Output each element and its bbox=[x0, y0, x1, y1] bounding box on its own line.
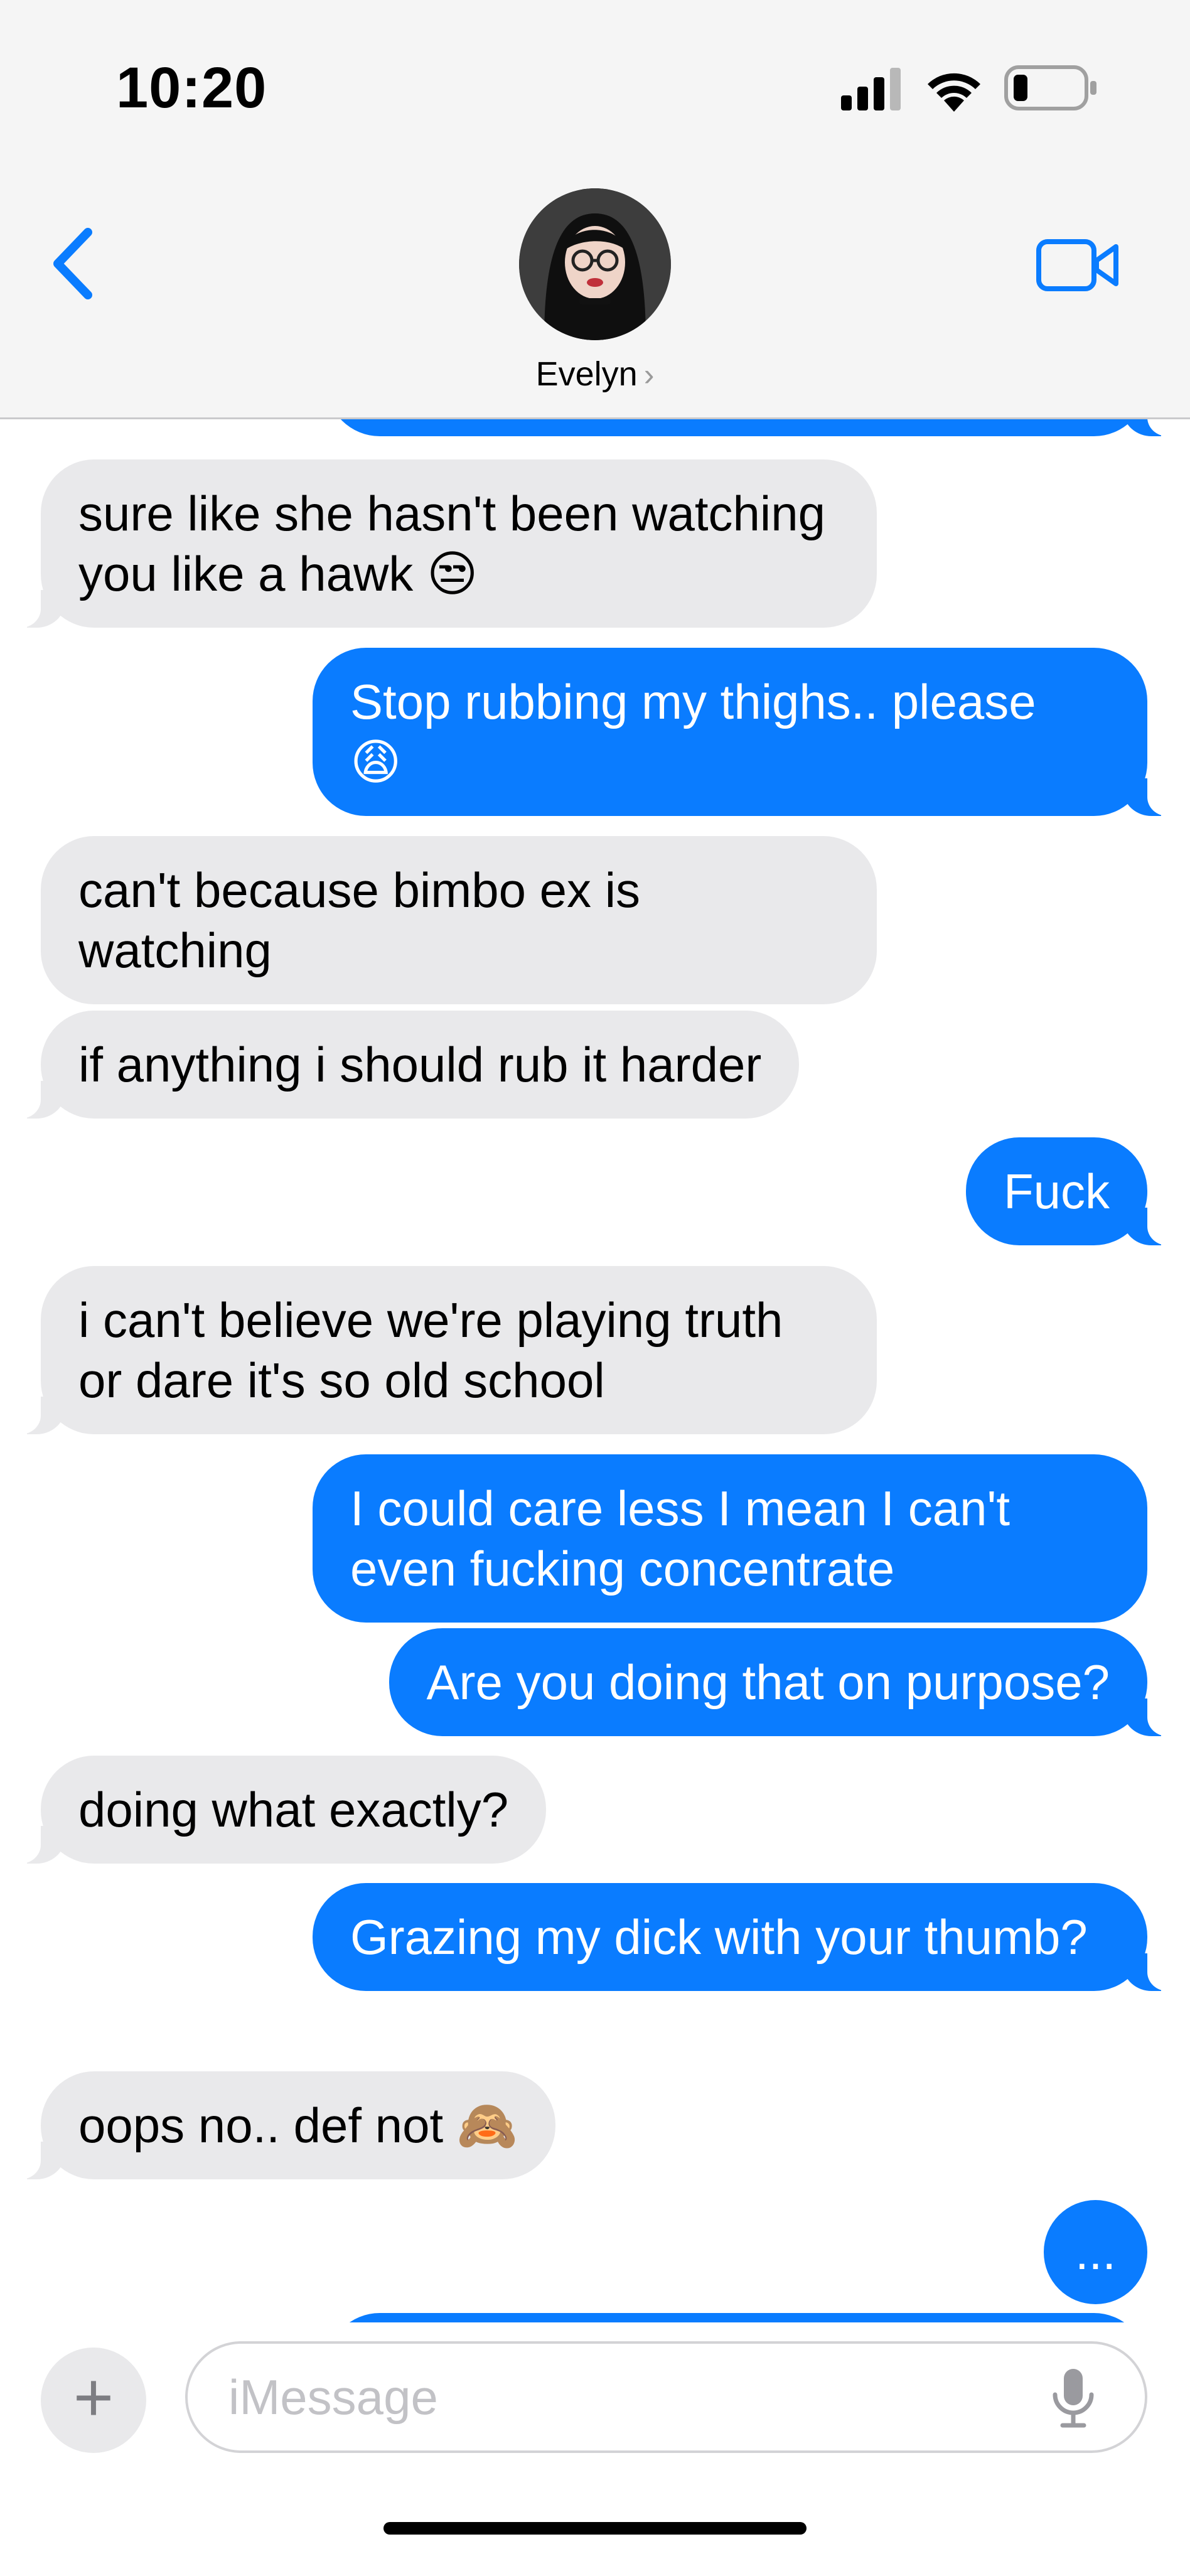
message-bubble-incoming[interactable]: oops no.. def not 🙈 bbox=[14, 2071, 555, 2179]
contact-name-link[interactable]: Evelyn › bbox=[0, 355, 1190, 394]
message-text: Stop rubbing my thighs.. please bbox=[350, 674, 1036, 729]
video-call-button[interactable] bbox=[1036, 235, 1120, 295]
typing-indicator-bubble: ... bbox=[1043, 2200, 1147, 2304]
microphone-icon[interactable] bbox=[1045, 2366, 1102, 2429]
imessage-input[interactable] bbox=[185, 2341, 1147, 2453]
battery-icon bbox=[1004, 65, 1096, 110]
wifi-icon bbox=[928, 73, 980, 112]
message-bubble-outgoing[interactable]: Fuck bbox=[965, 1137, 1174, 1245]
apps-plus-button[interactable]: + bbox=[41, 2348, 146, 2453]
message-bubble-outgoing[interactable]: I could care less I mean I can't even fu… bbox=[313, 1454, 1147, 1623]
message-text: can't because bimbo ex is watching bbox=[78, 862, 641, 978]
contact-avatar[interactable] bbox=[519, 188, 671, 340]
message-text: Grazing my dick with your thumb? bbox=[350, 1909, 1088, 1965]
chevron-right-icon: › bbox=[643, 357, 655, 392]
contact-name: Evelyn bbox=[535, 355, 638, 393]
message-bubble-outgoing[interactable]: Stop rubbing my thighs.. please 😩 bbox=[313, 648, 1174, 816]
message-bubble-incoming[interactable]: doing what exactly? bbox=[14, 1756, 547, 1864]
message-text: oops no.. def not bbox=[78, 2098, 444, 2153]
message-bubble-incoming[interactable]: if anything i should rub it harder bbox=[14, 1011, 800, 1119]
message-text: Fuck bbox=[1003, 1164, 1110, 1219]
message-bubble-incoming[interactable]: can't because bimbo ex is watching bbox=[41, 836, 877, 1004]
typing-indicator-text: ... bbox=[1075, 2224, 1116, 2280]
message-bubble-outgoing-partial[interactable] bbox=[326, 2313, 1147, 2322]
back-button[interactable] bbox=[44, 226, 100, 301]
message-bubble-outgoing[interactable]: Grazing my dick with your thumb? bbox=[313, 1883, 1174, 1991]
message-text: if anything i should rub it harder bbox=[78, 1037, 762, 1092]
conversation-header: 10:20 Evelyn › bbox=[0, 0, 1190, 419]
message-list[interactable]: sure like she hasn't been watching you l… bbox=[0, 402, 1190, 2322]
message-text: I could care less I mean I can't even fu… bbox=[350, 1481, 1010, 1596]
message-text: doing what exactly? bbox=[78, 1782, 509, 1837]
home-indicator[interactable] bbox=[383, 2522, 807, 2535]
weary-face-emoji: 😩 bbox=[350, 734, 402, 790]
message-bubble-incoming[interactable]: sure like she hasn't been watching you l… bbox=[14, 459, 877, 628]
see-no-evil-monkey-emoji: 🙈 bbox=[456, 2098, 518, 2153]
unamused-face-emoji: 😒 bbox=[426, 546, 478, 601]
message-bubble-outgoing[interactable]: Are you doing that on purpose? bbox=[389, 1628, 1174, 1736]
message-bubble-incoming[interactable]: i can't believe we're playing truth or d… bbox=[14, 1266, 877, 1434]
compose-bar: + bbox=[0, 2322, 1190, 2576]
message-text: Are you doing that on purpose? bbox=[426, 1655, 1110, 1710]
status-time: 10:20 bbox=[116, 56, 267, 120]
cellular-signal-icon bbox=[841, 68, 901, 110]
message-text: i can't believe we're playing truth or d… bbox=[78, 1292, 783, 1408]
